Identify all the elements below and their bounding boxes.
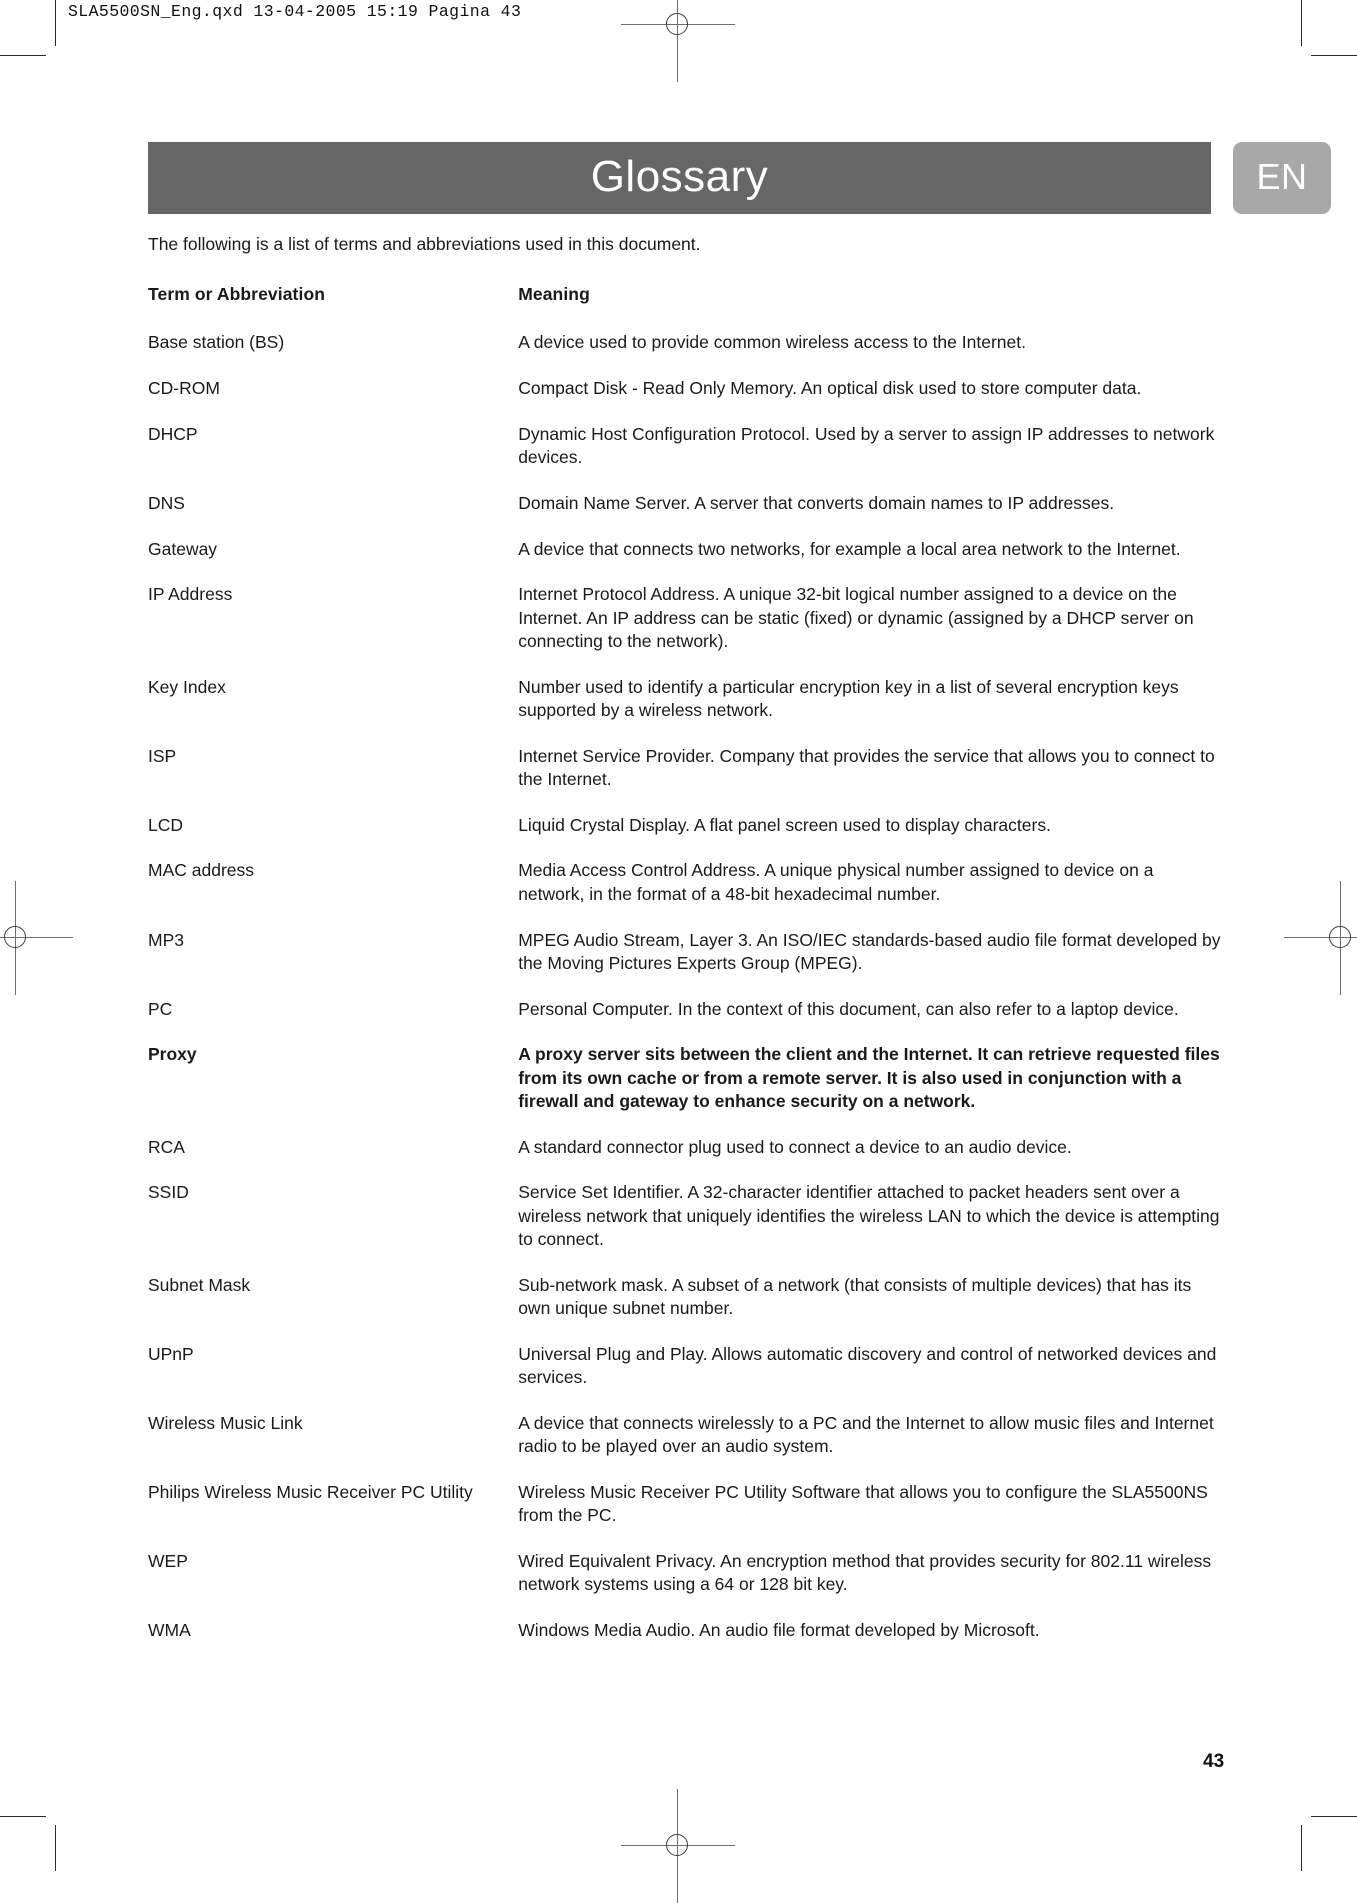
glossary-term: Subnet Mask: [148, 1274, 251, 1295]
glossary-term: Philips Wireless Music Receiver PC Utili…: [148, 1481, 473, 1502]
crop-mark-top-right-vertical: [1301, 0, 1302, 46]
glossary-meaning: Universal Plug and Play. Allows automati…: [518, 1343, 1217, 1387]
glossary-term: Key Index: [148, 676, 226, 697]
crop-mark-bottom-right-horizontal: [1311, 1816, 1357, 1817]
crop-mark-bottom-left-vertical: [55, 1825, 56, 1871]
registration-ring: [4, 926, 26, 948]
glossary-meaning: A device that connects two networks, for…: [518, 538, 1181, 559]
glossary-term: IP Address: [148, 584, 233, 605]
table-row: MAC address Media Access Control Address.…: [148, 859, 1223, 928]
crop-mark-top-left-horizontal: [0, 55, 46, 56]
glossary-meaning: Dynamic Host Configuration Protocol. Use…: [518, 423, 1215, 468]
registration-ring: [666, 13, 688, 35]
glossary-term: Wireless Music Link: [148, 1412, 303, 1433]
table-row: RCA A standard connector plug used to con…: [148, 1136, 1223, 1182]
table-row: Key Index Number used to identify a parti…: [148, 676, 1223, 745]
column-header-term: Term or Abbreviation: [148, 284, 326, 304]
glossary-meaning: Service Set Identifier. A 32-character i…: [518, 1182, 1220, 1249]
table-row: WEP Wired Equivalent Privacy. An encrypti…: [148, 1550, 1223, 1619]
table-row: IP Address Internet Protocol Address. A u…: [148, 583, 1223, 675]
table-row: Gateway A device that connects two networ…: [148, 538, 1223, 584]
glossary-term: ISP: [148, 745, 177, 766]
table-row: ISP Internet Service Provider. Company th…: [148, 745, 1223, 814]
glossary-term: RCA: [148, 1136, 185, 1157]
table-row: Proxy A proxy server sits between the cli…: [148, 1043, 1223, 1135]
glossary-meaning: Media Access Control Address. A unique p…: [518, 860, 1154, 904]
glossary-table-body: Term or Abbreviation Meaning Base statio…: [148, 283, 1223, 1665]
language-badge-label: EN: [1256, 156, 1308, 198]
table-row: DNS Domain Name Server. A server that con…: [148, 492, 1223, 538]
glossary-term: SSID: [148, 1182, 189, 1203]
glossary-meaning: Compact Disk - Read Only Memory. An opti…: [518, 378, 1142, 399]
registration-mark-left: [0, 881, 73, 995]
glossary-term: Proxy: [148, 1044, 197, 1065]
page-number: 43: [1203, 1751, 1225, 1772]
registration-mark-top: [621, 0, 735, 82]
table-row: WMA Windows Media Audio. An audio file fo…: [148, 1619, 1223, 1665]
registration-ring: [1329, 926, 1351, 948]
glossary-term: LCD: [148, 814, 184, 835]
table-row: LCD Liquid Crystal Display. A flat panel …: [148, 814, 1223, 860]
glossary-term: Gateway: [148, 538, 218, 559]
table-row: DHCP Dynamic Host Configuration Protocol.…: [148, 423, 1223, 492]
table-row: MP3 MPEG Audio Stream, Layer 3. An ISO/IE…: [148, 929, 1223, 998]
glossary-meaning: Internet Protocol Address. A unique 32-b…: [518, 584, 1194, 651]
glossary-term: DNS: [148, 492, 185, 513]
table-header-row: Term or Abbreviation Meaning: [148, 283, 1223, 331]
glossary-meaning: Windows Media Audio. An audio file forma…: [518, 1619, 1040, 1640]
glossary-term: UPnP: [148, 1343, 194, 1364]
table-row: Wireless Music Link A device that connect…: [148, 1412, 1223, 1481]
glossary-term: WEP: [148, 1550, 188, 1571]
registration-ring: [666, 1834, 688, 1856]
glossary-term: MP3: [148, 929, 184, 950]
glossary-meaning: Internet Service Provider. Company that …: [518, 745, 1215, 789]
language-badge: EN: [1233, 142, 1331, 214]
glossary-table: Term or Abbreviation Meaning Base statio…: [148, 283, 1223, 1665]
page-header: Glossary EN: [148, 142, 1331, 214]
column-header-meaning: Meaning: [518, 284, 590, 304]
table-row: Subnet Mask Sub-network mask. A subset of…: [148, 1274, 1223, 1343]
glossary-meaning: A standard connector plug used to connec…: [518, 1136, 1072, 1157]
glossary-meaning: A device that connects wirelessly to a P…: [518, 1412, 1214, 1456]
table-row: PC Personal Computer. In the context of t…: [148, 998, 1223, 1044]
page-title: Glossary: [590, 152, 769, 201]
glossary-meaning: Wireless Music Receiver PC Utility Softw…: [518, 1481, 1208, 1526]
glossary-meaning: A device used to provide common wireless…: [518, 332, 1026, 353]
glossary-meaning: Personal Computer. In the context of thi…: [518, 998, 1179, 1019]
glossary-meaning: Liquid Crystal Display. A flat panel scr…: [518, 814, 1051, 835]
glossary-meaning: MPEG Audio Stream, Layer 3. An ISO/IEC s…: [518, 929, 1221, 973]
glossary-meaning: Sub-network mask. A subset of a network …: [518, 1274, 1192, 1318]
intro-text: The following is a list of terms and abb…: [148, 234, 701, 254]
glossary-term: MAC address: [148, 860, 255, 881]
glossary-term: WMA: [148, 1619, 191, 1640]
registration-mark-right: [1284, 881, 1357, 995]
glossary-meaning: Wired Equivalent Privacy. An encryption …: [518, 1550, 1212, 1595]
table-row: Base station (BS) A device used to provid…: [148, 331, 1223, 377]
glossary-term: DHCP: [148, 423, 198, 444]
print-stamp: SLA5500SN_Eng.qxd 13-04-2005 15:19 Pagin…: [68, 2, 522, 21]
glossary-meaning: A proxy server sits between the client a…: [518, 1044, 1220, 1111]
crop-mark-bottom-left-horizontal: [0, 1816, 46, 1817]
crop-mark-top-right-horizontal: [1311, 55, 1357, 56]
crop-mark-bottom-right-vertical: [1301, 1825, 1302, 1871]
glossary-term: CD-ROM: [148, 378, 220, 399]
crop-mark-top-left-vertical: [55, 0, 56, 46]
table-row: Philips Wireless Music Receiver PC Utili…: [148, 1481, 1223, 1550]
glossary-meaning: Number used to identify a particular enc…: [518, 676, 1179, 720]
table-row: UPnP Universal Plug and Play. Allows auto…: [148, 1343, 1223, 1412]
table-row: SSID Service Set Identifier. A 32-charact…: [148, 1181, 1223, 1273]
glossary-meaning: Domain Name Server. A server that conver…: [518, 492, 1115, 513]
title-bar: Glossary: [148, 142, 1211, 214]
registration-mark-bottom: [621, 1789, 735, 1903]
glossary-term: PC: [148, 998, 173, 1019]
glossary-term: Base station (BS): [148, 332, 285, 353]
table-row: CD-ROM Compact Disk - Read Only Memory. A…: [148, 377, 1223, 423]
